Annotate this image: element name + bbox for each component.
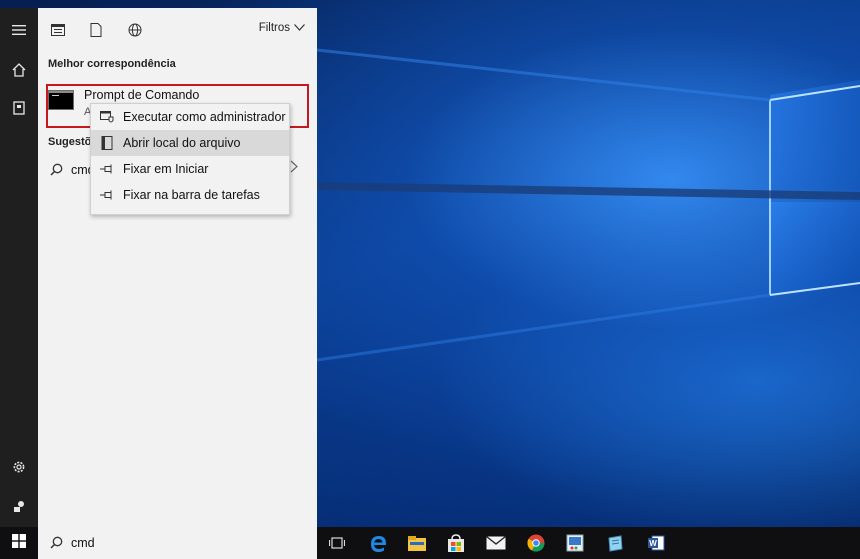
start-button[interactable] bbox=[0, 527, 38, 559]
chevron-right-icon[interactable] bbox=[290, 160, 298, 176]
search-icon bbox=[50, 163, 63, 181]
search-results-panel: Filtros Melhor correspondência Prompt de… bbox=[38, 8, 317, 527]
menu-item-label: Fixar em Iniciar bbox=[123, 162, 209, 176]
file-explorer-icon[interactable] bbox=[404, 531, 430, 555]
documents-filter-icon[interactable] bbox=[86, 20, 106, 40]
menu-item-label: Executar como administrador bbox=[123, 110, 286, 124]
chevron-down-icon bbox=[294, 22, 305, 34]
start-left-rail bbox=[0, 8, 38, 527]
home-icon[interactable] bbox=[0, 56, 38, 84]
filters-dropdown[interactable]: Filtros bbox=[259, 22, 305, 34]
menu-item-pin-to-taskbar[interactable]: Fixar na barra de tarefas bbox=[91, 182, 289, 208]
taskbar-search-box[interactable]: cmd bbox=[38, 527, 317, 559]
best-match-heading: Melhor correspondência bbox=[48, 58, 176, 70]
task-view-icon[interactable] bbox=[324, 531, 350, 555]
word-icon[interactable]: W bbox=[643, 531, 669, 555]
svg-text:W: W bbox=[649, 539, 657, 548]
mail-icon[interactable] bbox=[483, 531, 509, 555]
shield-window-icon bbox=[91, 110, 123, 124]
notepad-icon[interactable] bbox=[602, 531, 628, 555]
taskbar: cmd W bbox=[0, 527, 860, 559]
apps-filter-icon[interactable] bbox=[48, 20, 68, 40]
context-menu: Executar como administrador Abrir local … bbox=[90, 103, 290, 215]
store-icon[interactable] bbox=[443, 531, 469, 555]
chrome-icon[interactable] bbox=[523, 531, 549, 555]
pin-icon bbox=[91, 164, 123, 174]
paint-icon[interactable] bbox=[562, 531, 588, 555]
panel-toolbar: Filtros bbox=[38, 8, 317, 52]
best-match-title: Prompt de Comando bbox=[84, 88, 200, 102]
menu-item-run-as-admin[interactable]: Executar como administrador bbox=[91, 104, 289, 130]
feedback-icon[interactable] bbox=[0, 492, 38, 520]
settings-gear-icon[interactable] bbox=[0, 453, 38, 481]
hamburger-menu-icon[interactable] bbox=[0, 16, 38, 44]
notebook-icon[interactable] bbox=[0, 94, 38, 122]
web-filter-icon[interactable] bbox=[125, 20, 145, 40]
filters-label: Filtros bbox=[258, 22, 290, 34]
command-prompt-app-icon bbox=[48, 90, 74, 110]
edge-icon[interactable] bbox=[365, 531, 391, 555]
windows-icon bbox=[12, 533, 26, 553]
menu-item-pin-to-start[interactable]: Fixar em Iniciar bbox=[91, 156, 289, 182]
menu-item-label: Fixar na barra de tarefas bbox=[123, 188, 260, 202]
pin-icon bbox=[91, 190, 123, 200]
open-folder-icon bbox=[91, 136, 123, 150]
search-input[interactable]: cmd bbox=[71, 536, 95, 550]
search-icon bbox=[50, 536, 63, 554]
menu-item-label: Abrir local do arquivo bbox=[123, 136, 241, 150]
menu-item-open-file-location[interactable]: Abrir local do arquivo bbox=[91, 130, 289, 156]
